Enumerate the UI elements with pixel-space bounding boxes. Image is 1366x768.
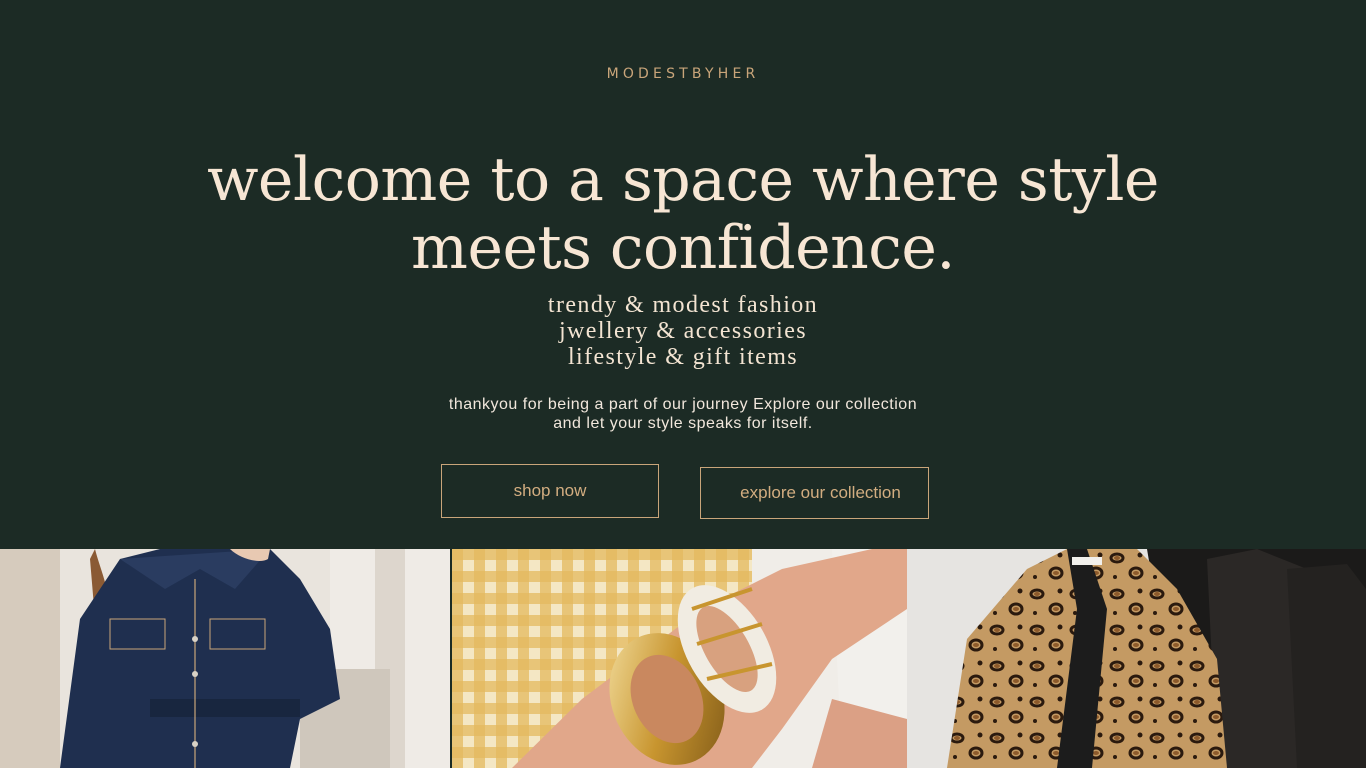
- hero-tagline: trendy & modest fashion jwellery & acces…: [0, 292, 1366, 370]
- explore-collection-button[interactable]: explore our collection: [700, 467, 929, 519]
- blurb-line: thankyou for being a part of our journey…: [448, 396, 918, 413]
- leopard-coat-photo: [907, 549, 1366, 768]
- shop-now-button[interactable]: shop now: [441, 464, 659, 518]
- hero-blurb: thankyou for being a part of our journey…: [0, 395, 1366, 433]
- hero-headline: welcome to a space where style meets con…: [0, 146, 1366, 282]
- headline-line: meets confidence.: [411, 213, 955, 283]
- brand-logo[interactable]: MODESTBYHER: [0, 66, 1366, 82]
- photo-gallery: [0, 549, 1366, 768]
- tagline-line: jwellery & accessories: [558, 318, 808, 344]
- gallery-tile-denim[interactable]: [0, 549, 450, 768]
- tagline-line: lifestyle & gift items: [567, 344, 799, 370]
- gallery-tile-bangles[interactable]: [452, 549, 907, 768]
- denim-outfit-photo: [0, 549, 450, 768]
- bangles-photo: [452, 549, 907, 768]
- tagline-line: trendy & modest fashion: [547, 292, 819, 318]
- hero-section: MODESTBYHER welcome to a space where sty…: [0, 0, 1366, 549]
- blurb-line: and let your style speaks for itself.: [553, 415, 813, 432]
- headline-line: welcome to a space where style: [207, 145, 1159, 215]
- gallery-tile-leopard[interactable]: [907, 549, 1366, 768]
